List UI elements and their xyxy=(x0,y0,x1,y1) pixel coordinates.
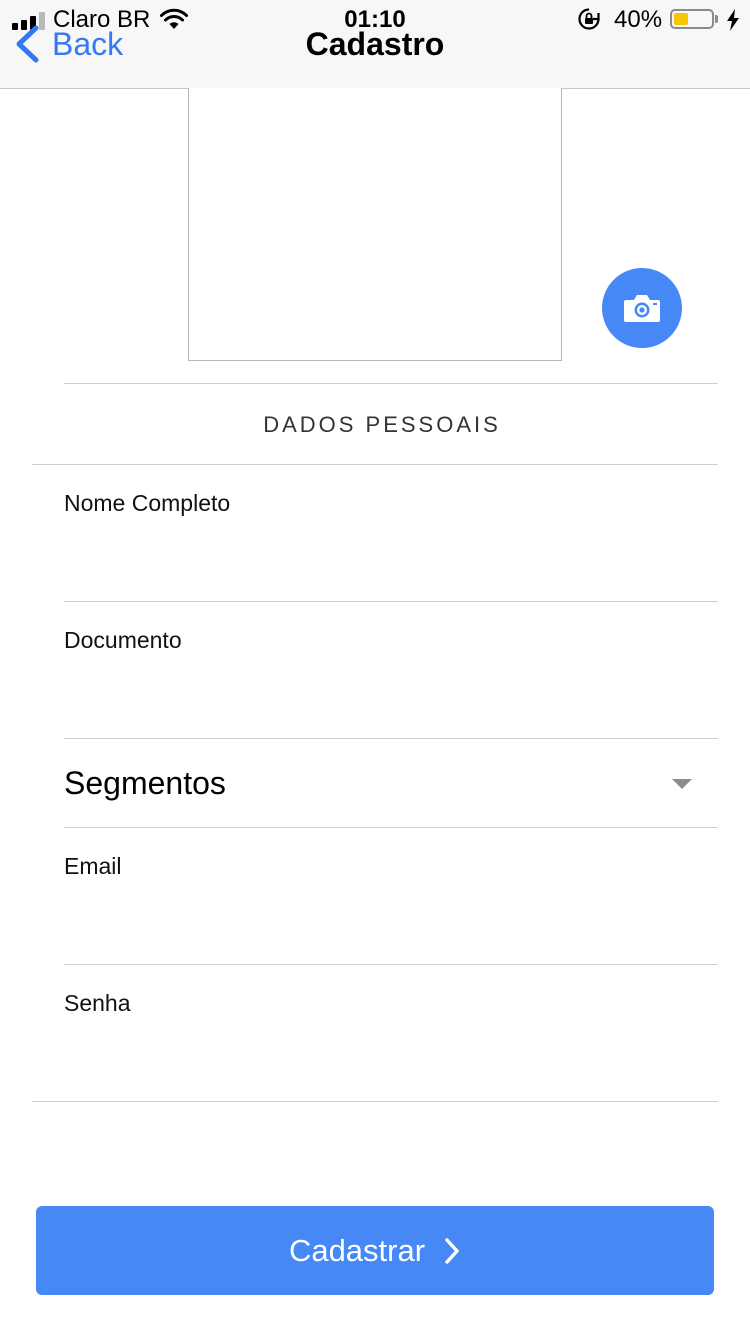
navigation-bar: Claro BR 01:10 40% Back Cadastro xyxy=(0,0,750,89)
register-button[interactable]: Cadastrar xyxy=(36,1206,714,1295)
email-field[interactable]: Email xyxy=(64,851,718,935)
divider xyxy=(32,1101,718,1102)
segments-dropdown[interactable]: Segmentos xyxy=(64,740,718,826)
profile-photo-placeholder[interactable] xyxy=(188,88,562,361)
password-input[interactable] xyxy=(64,1032,718,1072)
segments-selected-value: Segmentos xyxy=(64,764,226,801)
password-label: Senha xyxy=(64,990,131,1016)
email-label: Email xyxy=(64,853,122,879)
full-name-label: Nome Completo xyxy=(64,490,231,516)
register-button-label: Cadastrar xyxy=(288,1232,426,1268)
email-input[interactable] xyxy=(64,895,718,935)
password-field[interactable]: Senha xyxy=(64,988,718,1072)
document-label: Documento xyxy=(64,627,182,653)
take-photo-button[interactable] xyxy=(602,268,682,348)
divider xyxy=(64,827,718,828)
divider xyxy=(64,601,718,602)
section-title: DADOS PESSOAIS xyxy=(263,412,501,437)
full-name-field[interactable]: Nome Completo xyxy=(64,488,718,572)
page-title: Cadastro xyxy=(305,26,445,62)
document-field[interactable]: Documento xyxy=(64,625,718,709)
full-name-input[interactable] xyxy=(64,532,718,572)
divider xyxy=(32,464,718,465)
dropdown-caret-icon xyxy=(672,779,692,789)
divider xyxy=(64,964,718,965)
document-input[interactable] xyxy=(64,669,718,709)
camera-icon xyxy=(624,295,660,322)
divider xyxy=(64,738,718,739)
divider xyxy=(64,383,718,384)
chevron-right-icon xyxy=(445,1237,459,1264)
